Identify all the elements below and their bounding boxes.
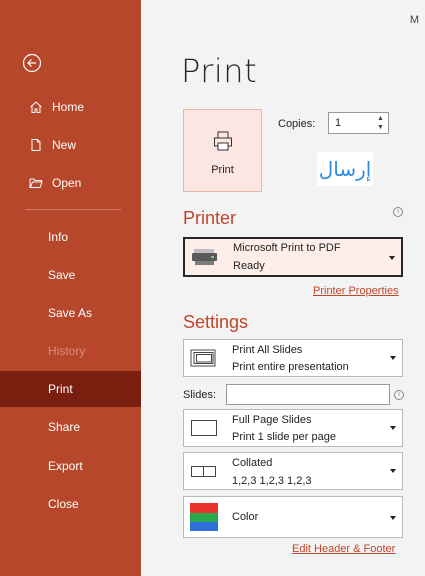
sidebar-item-export[interactable]: Export: [0, 448, 141, 484]
info-icon[interactable]: i: [394, 390, 404, 400]
page-title: Print: [181, 52, 258, 90]
chevron-down-icon: [390, 469, 396, 473]
chevron-down-icon: [390, 356, 396, 360]
color-swatch-icon: [190, 503, 218, 531]
chevron-down-icon: [389, 256, 395, 260]
printer-properties-link[interactable]: Printer Properties: [313, 285, 399, 297]
printer-name: Microsoft Print to PDF: [233, 242, 341, 254]
spin-buttons[interactable]: ▲ ▼: [376, 115, 385, 131]
sidebar-item-label: History: [48, 344, 86, 358]
sidebar-item-label: Home: [52, 100, 85, 114]
chevron-down-icon: [390, 516, 396, 520]
sidebar-item-label: Close: [48, 497, 79, 511]
sidebar-item-print[interactable]: Print: [0, 371, 141, 407]
collated-icon: [190, 463, 218, 481]
sidebar-divider: [25, 209, 121, 210]
layout-title: Full Page Slides: [232, 414, 312, 426]
spin-down-icon[interactable]: ▼: [377, 124, 384, 131]
settings-section-title: Settings: [183, 312, 249, 332]
sidebar-item-label: New: [52, 138, 77, 152]
print-range-title: Print All Slides: [232, 344, 303, 356]
info-icon[interactable]: i: [393, 207, 403, 217]
sidebar-item-share[interactable]: Share: [0, 409, 141, 445]
chevron-down-icon: [390, 426, 396, 430]
user-initial[interactable]: M: [410, 14, 419, 26]
sidebar-item-label: Open: [52, 176, 82, 190]
copies-stepper[interactable]: 1 ▲ ▼: [328, 112, 389, 134]
full-page-slide-icon: [190, 419, 218, 437]
collation-subtitle: 1,2,3 1,2,3 1,2,3: [232, 475, 312, 487]
sidebar-item-label: Save: [48, 268, 76, 282]
print-button[interactable]: Print: [183, 109, 262, 192]
collation-title: Collated: [232, 457, 273, 469]
sidebar-item-open[interactable]: Open: [0, 165, 141, 201]
copies-value: 1: [335, 117, 342, 129]
backstage-sidebar: Home New Open Info Save Save As History …: [0, 0, 141, 576]
sidebar-item-close[interactable]: Close: [0, 486, 141, 522]
color-dropdown[interactable]: Color: [183, 496, 403, 538]
printer-section-title: Printer: [183, 208, 237, 228]
printer-dropdown[interactable]: Microsoft Print to PDF Ready: [183, 237, 403, 277]
open-folder-icon: [28, 175, 44, 191]
color-title: Color: [232, 511, 259, 523]
printer-icon: [212, 130, 234, 152]
layout-dropdown[interactable]: Full Page Slides Print 1 slide per page: [183, 409, 403, 447]
home-icon: [28, 99, 44, 115]
edit-header-footer-link[interactable]: Edit Header & Footer: [292, 543, 395, 555]
back-arrow-icon[interactable]: [22, 53, 42, 73]
copies-label: Copies:: [278, 118, 316, 130]
slides-label: Slides:: [183, 389, 217, 401]
sidebar-item-save-as[interactable]: Save As: [0, 295, 141, 331]
sidebar-item-new[interactable]: New: [0, 127, 141, 163]
sidebar-item-label: Info: [48, 230, 69, 244]
sidebar-item-save[interactable]: Save: [0, 257, 141, 293]
sidebar-item-label: Export: [48, 459, 83, 473]
layout-subtitle: Print 1 slide per page: [232, 431, 336, 443]
sidebar-item-history: History: [0, 333, 141, 369]
print-range-dropdown[interactable]: Print All Slides Print entire presentati…: [183, 339, 403, 377]
sidebar-item-info[interactable]: Info: [0, 219, 141, 255]
printer-device-icon: [191, 248, 219, 266]
sidebar-item-label: Share: [48, 420, 81, 434]
sidebar-item-label: Save As: [48, 306, 93, 320]
collation-dropdown[interactable]: Collated 1,2,3 1,2,3 1,2,3: [183, 452, 403, 490]
sidebar-item-label: Print: [48, 382, 73, 396]
send-arabic-label: إرسال: [317, 152, 373, 186]
print-pane: M Print Print Copies: 1 ▲ ▼ إرسال Printe…: [141, 0, 425, 576]
new-file-icon: [28, 137, 44, 153]
print-button-label: Print: [211, 163, 234, 176]
print-range-subtitle: Print entire presentation: [232, 361, 349, 373]
printer-status: Ready: [233, 260, 265, 272]
sidebar-item-home[interactable]: Home: [0, 89, 141, 125]
spin-up-icon[interactable]: ▲: [377, 115, 384, 122]
slides-stack-icon: [190, 349, 218, 367]
slides-input[interactable]: [226, 384, 390, 405]
